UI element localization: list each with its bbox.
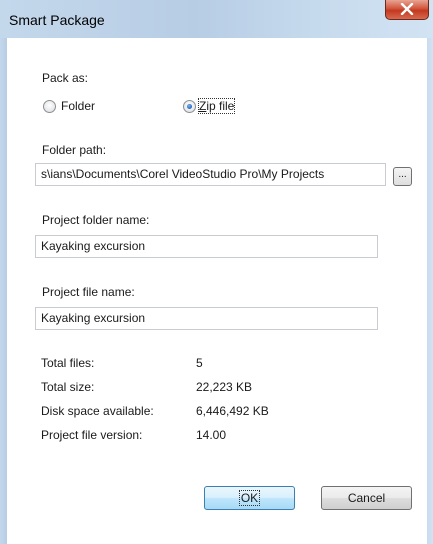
- project-file-name-label: Project file name:: [42, 285, 135, 299]
- pack-as-label: Pack as:: [42, 71, 89, 85]
- radio-folder-label[interactable]: Folder: [61, 99, 95, 113]
- radio-zip-file-circle[interactable]: [183, 100, 196, 113]
- total-size-label: Total size:: [41, 380, 95, 394]
- dialog-body: Pack as: Folder Zip file Folder path: s\…: [7, 38, 427, 544]
- project-file-name-input[interactable]: Kayaking excursion: [35, 307, 378, 330]
- cancel-button[interactable]: Cancel: [321, 486, 412, 510]
- ok-button-label: OK: [238, 490, 261, 506]
- zip-label-rest: ip file: [206, 99, 235, 113]
- folder-path-input[interactable]: s\ians\Documents\Corel VideoStudio Pro\M…: [35, 163, 386, 186]
- project-folder-name-input[interactable]: Kayaking excursion: [35, 235, 378, 258]
- project-folder-name-label: Project folder name:: [42, 213, 150, 227]
- radio-folder-circle[interactable]: [43, 100, 56, 113]
- ok-button[interactable]: OK: [204, 486, 295, 510]
- browse-button[interactable]: ...: [393, 167, 412, 186]
- project-file-version-value: 14.00: [196, 428, 227, 442]
- window-title: Smart Package: [9, 12, 105, 28]
- total-files-value: 5: [196, 356, 203, 370]
- window-frame-left: [0, 38, 7, 544]
- title-bar[interactable]: Smart Package: [0, 0, 433, 38]
- disk-space-label: Disk space available:: [41, 404, 154, 418]
- project-file-version-label: Project file version:: [41, 428, 143, 442]
- folder-path-label: Folder path:: [42, 143, 107, 157]
- radio-zip-file-label[interactable]: Zip file: [197, 98, 236, 114]
- total-files-label: Total files:: [41, 356, 95, 370]
- disk-space-value: 6,446,492 KB: [196, 404, 269, 418]
- close-button[interactable]: [385, 0, 429, 20]
- window-frame-right: [427, 38, 433, 544]
- total-size-value: 22,223 KB: [196, 380, 253, 394]
- close-icon: [400, 3, 414, 15]
